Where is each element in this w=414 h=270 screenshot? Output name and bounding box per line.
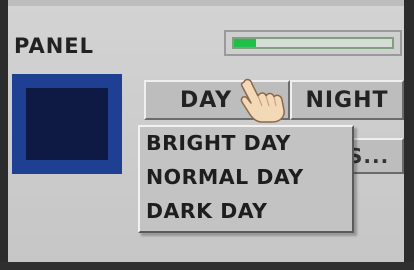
photo-frame-left [0, 0, 8, 270]
color-swatch[interactable] [12, 74, 122, 174]
dropdown-item-bright-day[interactable]: BRIGHT DAY [146, 131, 291, 155]
night-mode-button[interactable]: NIGHT [290, 80, 404, 120]
day-mode-dropdown: BRIGHT DAY NORMAL DAY DARK DAY [138, 125, 354, 233]
color-swatch-inner [26, 88, 108, 160]
photo-frame-bottom [0, 262, 414, 270]
progress-fill [234, 39, 257, 47]
progress-track [232, 37, 394, 49]
panel-title: PANEL [14, 34, 95, 58]
dropdown-item-dark-day[interactable]: DARK DAY [146, 199, 267, 223]
dropdown-item-normal-day[interactable]: NORMAL DAY [146, 165, 304, 189]
photo-frame-right [404, 0, 414, 270]
progress-bar [224, 30, 402, 56]
hand-pointer-icon [240, 78, 285, 123]
